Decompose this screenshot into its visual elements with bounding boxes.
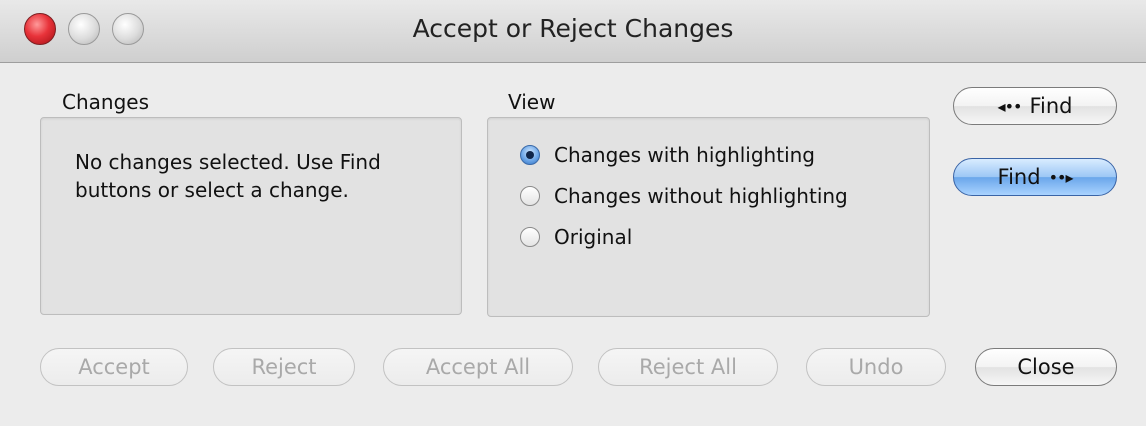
title-bar[interactable]: Accept or Reject Changes — [0, 0, 1146, 63]
accept-all-button[interactable]: Accept All — [383, 348, 573, 386]
view-option-label: Changes with highlighting — [554, 143, 815, 167]
undo-button[interactable]: Undo — [806, 348, 946, 386]
find-next-button[interactable]: Find ••▸ — [953, 158, 1117, 196]
changes-panel: No changes selected. Use Find buttons or… — [40, 117, 462, 315]
reject-all-button[interactable]: Reject All — [598, 348, 778, 386]
arrow-right-dots-icon: ••▸ — [1048, 167, 1074, 187]
accept-button[interactable]: Accept — [40, 348, 188, 386]
changes-group-label: Changes — [62, 90, 149, 114]
find-previous-button[interactable]: ◂•• Find — [953, 87, 1117, 125]
view-group-label: View — [508, 90, 556, 114]
view-option-label: Changes without highlighting — [554, 184, 848, 208]
view-panel: Changes with highlighting Changes withou… — [487, 117, 930, 317]
reject-button[interactable]: Reject — [213, 348, 355, 386]
view-option-original[interactable]: Original — [520, 222, 632, 252]
window-title: Accept or Reject Changes — [412, 14, 734, 43]
radio-selected-icon[interactable] — [520, 145, 540, 165]
radio-icon[interactable] — [520, 227, 540, 247]
view-option-with-highlighting[interactable]: Changes with highlighting — [520, 140, 815, 170]
radio-icon[interactable] — [520, 186, 540, 206]
accept-reject-changes-window: Accept or Reject Changes Changes No chan… — [0, 0, 1146, 426]
view-option-without-highlighting[interactable]: Changes without highlighting — [520, 181, 848, 211]
find-next-label: Find — [997, 165, 1041, 189]
changes-message: No changes selected. Use Find buttons or… — [75, 150, 381, 202]
find-previous-label: Find — [1029, 94, 1073, 118]
view-option-label: Original — [554, 225, 633, 249]
close-button[interactable]: Close — [975, 348, 1117, 386]
arrow-left-dots-icon: ◂•• — [997, 96, 1023, 116]
